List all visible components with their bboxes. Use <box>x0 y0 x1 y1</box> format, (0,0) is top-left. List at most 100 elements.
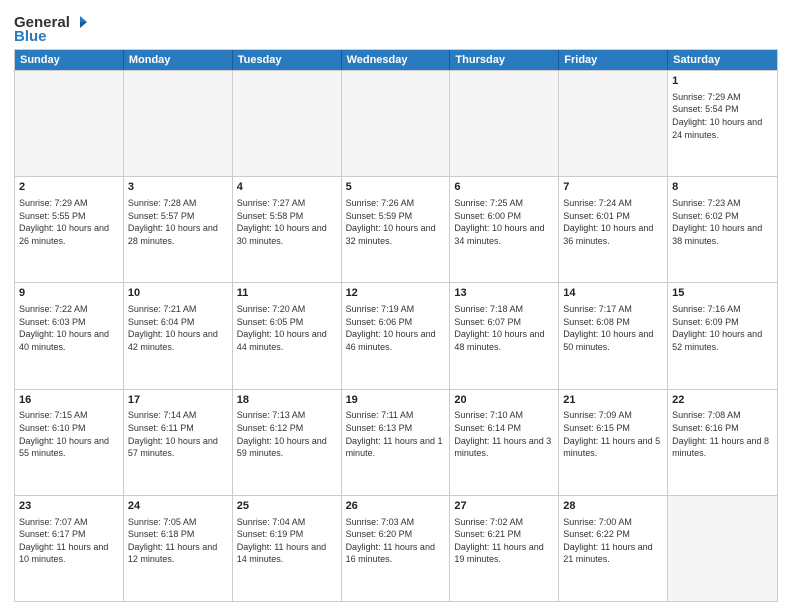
dow-monday: Monday <box>124 50 233 70</box>
calendar-cell: 22Sunrise: 7:08 AMSunset: 6:16 PMDayligh… <box>668 390 777 495</box>
day-number: 26 <box>346 499 446 514</box>
calendar-cell <box>15 71 124 176</box>
calendar-cell: 4 Sunrise: 7:27 AMSunset: 5:58 PMDaylight… <box>233 177 342 282</box>
dow-wednesday: Wednesday <box>342 50 451 70</box>
calendar-cell: 5 Sunrise: 7:26 AMSunset: 5:59 PMDaylight… <box>342 177 451 282</box>
cell-info: Sunrise: 7:16 AMSunset: 6:09 PMDaylight:… <box>672 303 773 353</box>
day-number: 9 <box>19 286 119 301</box>
calendar-cell: 3 Sunrise: 7:28 AMSunset: 5:57 PMDaylight… <box>124 177 233 282</box>
calendar-body: 1 Sunrise: 7:29 AMSunset: 5:54 PMDaylight… <box>15 70 777 601</box>
dow-friday: Friday <box>559 50 668 70</box>
dow-thursday: Thursday <box>450 50 559 70</box>
calendar-cell: 20Sunrise: 7:10 AMSunset: 6:14 PMDayligh… <box>450 390 559 495</box>
calendar-week-1: 2Sunrise: 7:29 AMSunset: 5:55 PMDaylight… <box>15 176 777 282</box>
day-number: 13 <box>454 286 554 301</box>
cell-info: Sunrise: 7:26 AMSunset: 5:59 PMDaylight:… <box>346 197 446 247</box>
cell-info: Sunrise: 7:24 AMSunset: 6:01 PMDaylight:… <box>563 197 663 247</box>
calendar-cell: 27 Sunrise: 7:02 AMSunset: 6:21 PMDayligh… <box>450 496 559 601</box>
day-number: 24 <box>128 499 228 514</box>
calendar-cell: 8 Sunrise: 7:23 AMSunset: 6:02 PMDaylight… <box>668 177 777 282</box>
cell-info: Sunrise: 7:17 AMSunset: 6:08 PMDaylight:… <box>563 303 663 353</box>
cell-info: Sunrise: 7:13 AMSunset: 6:12 PMDaylight:… <box>237 409 337 459</box>
calendar-cell <box>124 71 233 176</box>
logo-blue-text: Blue <box>14 28 47 45</box>
calendar-cell: 7 Sunrise: 7:24 AMSunset: 6:01 PMDaylight… <box>559 177 668 282</box>
cell-info: Sunrise: 7:25 AMSunset: 6:00 PMDaylight:… <box>454 197 554 247</box>
calendar-cell: 6 Sunrise: 7:25 AMSunset: 6:00 PMDaylight… <box>450 177 559 282</box>
calendar-cell: 14 Sunrise: 7:17 AMSunset: 6:08 PMDayligh… <box>559 283 668 388</box>
cell-info: Sunrise: 7:22 AMSunset: 6:03 PMDaylight:… <box>19 303 119 353</box>
cell-info: Sunrise: 7:27 AMSunset: 5:58 PMDaylight:… <box>237 197 337 247</box>
calendar-cell: 11 Sunrise: 7:20 AMSunset: 6:05 PMDayligh… <box>233 283 342 388</box>
calendar-cell: 17Sunrise: 7:14 AMSunset: 6:11 PMDayligh… <box>124 390 233 495</box>
logo-flag-icon <box>72 14 88 30</box>
header: General Blue <box>14 10 778 45</box>
calendar-cell <box>559 71 668 176</box>
calendar-cell: 19Sunrise: 7:11 AMSunset: 6:13 PMDayligh… <box>342 390 451 495</box>
calendar-cell: 18Sunrise: 7:13 AMSunset: 6:12 PMDayligh… <box>233 390 342 495</box>
day-number: 18 <box>237 393 337 408</box>
day-number: 20 <box>454 393 554 408</box>
day-number: 22 <box>672 393 773 408</box>
day-number: 10 <box>128 286 228 301</box>
day-number: 3 <box>128 180 228 195</box>
day-number: 15 <box>672 286 773 301</box>
cell-info: Sunrise: 7:21 AMSunset: 6:04 PMDaylight:… <box>128 303 228 353</box>
cell-info: Sunrise: 7:29 AMSunset: 5:54 PMDaylight:… <box>672 91 773 141</box>
day-number: 16 <box>19 393 119 408</box>
day-number: 25 <box>237 499 337 514</box>
cell-info: Sunrise: 7:11 AMSunset: 6:13 PMDaylight:… <box>346 409 446 459</box>
cell-info: Sunrise: 7:08 AMSunset: 6:16 PMDaylight:… <box>672 409 773 459</box>
cell-info: Sunrise: 7:28 AMSunset: 5:57 PMDaylight:… <box>128 197 228 247</box>
dow-tuesday: Tuesday <box>233 50 342 70</box>
cell-info: Sunrise: 7:18 AMSunset: 6:07 PMDaylight:… <box>454 303 554 353</box>
calendar-cell: 21Sunrise: 7:09 AMSunset: 6:15 PMDayligh… <box>559 390 668 495</box>
cell-info: Sunrise: 7:05 AMSunset: 6:18 PMDaylight:… <box>128 516 228 566</box>
calendar-cell: 2Sunrise: 7:29 AMSunset: 5:55 PMDaylight… <box>15 177 124 282</box>
logo: General Blue <box>14 14 88 45</box>
calendar: Sunday Monday Tuesday Wednesday Thursday… <box>14 49 778 602</box>
day-number: 7 <box>563 180 663 195</box>
calendar-cell: 13 Sunrise: 7:18 AMSunset: 6:07 PMDayligh… <box>450 283 559 388</box>
calendar-week-0: 1 Sunrise: 7:29 AMSunset: 5:54 PMDaylight… <box>15 70 777 176</box>
day-number: 6 <box>454 180 554 195</box>
day-number: 5 <box>346 180 446 195</box>
day-number: 4 <box>237 180 337 195</box>
day-number: 11 <box>237 286 337 301</box>
day-number: 8 <box>672 180 773 195</box>
cell-info: Sunrise: 7:07 AMSunset: 6:17 PMDaylight:… <box>19 516 119 566</box>
cell-info: Sunrise: 7:19 AMSunset: 6:06 PMDaylight:… <box>346 303 446 353</box>
cell-info: Sunrise: 7:20 AMSunset: 6:05 PMDaylight:… <box>237 303 337 353</box>
day-number: 12 <box>346 286 446 301</box>
calendar-cell: 15 Sunrise: 7:16 AMSunset: 6:09 PMDayligh… <box>668 283 777 388</box>
calendar-cell: 12 Sunrise: 7:19 AMSunset: 6:06 PMDayligh… <box>342 283 451 388</box>
cell-info: Sunrise: 7:03 AMSunset: 6:20 PMDaylight:… <box>346 516 446 566</box>
calendar-cell: 26 Sunrise: 7:03 AMSunset: 6:20 PMDayligh… <box>342 496 451 601</box>
day-number: 23 <box>19 499 119 514</box>
calendar-cell <box>668 496 777 601</box>
calendar-cell: 10 Sunrise: 7:21 AMSunset: 6:04 PMDayligh… <box>124 283 233 388</box>
day-number: 27 <box>454 499 554 514</box>
cell-info: Sunrise: 7:23 AMSunset: 6:02 PMDaylight:… <box>672 197 773 247</box>
calendar-cell: 28Sunrise: 7:00 AMSunset: 6:22 PMDayligh… <box>559 496 668 601</box>
day-number: 17 <box>128 393 228 408</box>
day-number: 1 <box>672 74 773 89</box>
page: General Blue Sunday Monday Tuesday Wedne… <box>0 0 792 612</box>
cell-info: Sunrise: 7:10 AMSunset: 6:14 PMDaylight:… <box>454 409 554 459</box>
day-number: 14 <box>563 286 663 301</box>
calendar-week-2: 9 Sunrise: 7:22 AMSunset: 6:03 PMDaylight… <box>15 282 777 388</box>
cell-info: Sunrise: 7:00 AMSunset: 6:22 PMDaylight:… <box>563 516 663 566</box>
calendar-cell: 1 Sunrise: 7:29 AMSunset: 5:54 PMDaylight… <box>668 71 777 176</box>
day-number: 19 <box>346 393 446 408</box>
day-number: 21 <box>563 393 663 408</box>
cell-info: Sunrise: 7:04 AMSunset: 6:19 PMDaylight:… <box>237 516 337 566</box>
dow-sunday: Sunday <box>15 50 124 70</box>
calendar-cell: 16Sunrise: 7:15 AMSunset: 6:10 PMDayligh… <box>15 390 124 495</box>
calendar-cell: 23 Sunrise: 7:07 AMSunset: 6:17 PMDayligh… <box>15 496 124 601</box>
calendar-cell <box>342 71 451 176</box>
cell-info: Sunrise: 7:14 AMSunset: 6:11 PMDaylight:… <box>128 409 228 459</box>
calendar-week-4: 23 Sunrise: 7:07 AMSunset: 6:17 PMDayligh… <box>15 495 777 601</box>
cell-info: Sunrise: 7:02 AMSunset: 6:21 PMDaylight:… <box>454 516 554 566</box>
day-number: 2 <box>19 180 119 195</box>
calendar-cell: 24 Sunrise: 7:05 AMSunset: 6:18 PMDayligh… <box>124 496 233 601</box>
